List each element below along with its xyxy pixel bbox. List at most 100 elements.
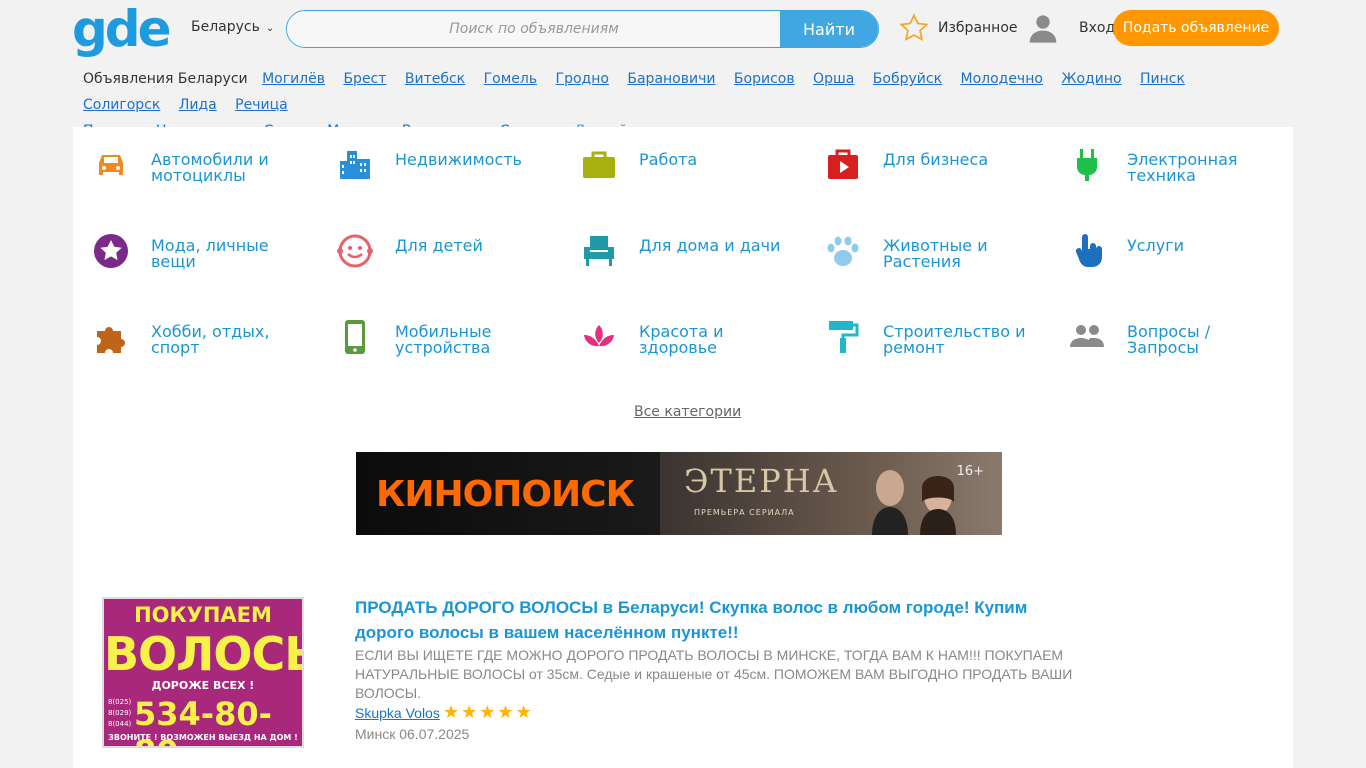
listing-image-codes: 8(025) 8(029) 8(044) <box>108 697 131 730</box>
city-link[interactable]: Витебск <box>405 71 465 87</box>
hand-pointer-icon <box>1069 233 1105 269</box>
category-construction[interactable]: Строительство и ремонт <box>805 319 1035 369</box>
region-selector[interactable]: Беларусь ⌄ <box>191 19 274 35</box>
category-label: Работа <box>639 150 698 169</box>
mobile-icon <box>337 319 373 355</box>
category-animals[interactable]: Животные и Растения <box>805 233 1035 283</box>
search-bar: Найти <box>286 10 879 48</box>
star-filled-icon: ★ <box>461 702 478 723</box>
category-autos[interactable]: Автомобили и мотоциклы <box>73 147 303 197</box>
banner-show-title: ЭТЕРНА <box>684 462 839 500</box>
listing-meta: Минск 06.07.2025 <box>355 726 470 742</box>
building-icon <box>337 147 373 183</box>
all-categories-link[interactable]: Все категории <box>634 404 741 420</box>
city-link[interactable]: Орша <box>813 71 854 87</box>
armchair-icon <box>581 233 617 269</box>
category-jobs[interactable]: Работа <box>561 147 791 197</box>
category-label: Недвижимость <box>395 150 522 169</box>
category-electronics[interactable]: Электронная техника <box>1049 147 1279 197</box>
chevron-down-icon: ⌄ <box>265 23 275 34</box>
category-mobile[interactable]: Мобильные устройства <box>317 319 547 369</box>
category-label: Вопросы / Запросы <box>1127 322 1211 357</box>
category-label: Автомобили и мотоциклы <box>151 150 269 185</box>
star-badge-icon <box>93 233 129 269</box>
favorites-label: Избранное <box>938 20 1018 36</box>
plug-icon <box>1069 147 1105 183</box>
category-label: Для бизнеса <box>883 150 989 169</box>
city-link[interactable]: Жодино <box>1061 71 1121 87</box>
city-link[interactable]: Бобруйск <box>873 71 942 87</box>
star-filled-icon: ★ <box>479 702 496 723</box>
banner-left: КИНОПОИСК <box>356 452 660 535</box>
login-label: Вход <box>1079 20 1116 36</box>
category-hobby[interactable]: Хобби, отдых, спорт <box>73 319 303 369</box>
category-home[interactable]: Для дома и дачи <box>561 233 791 283</box>
listing-image-footer: ЗВОНИТЕ ! ВОЗМОЖЕН ВЫЕЗД НА ДОМ ! <box>108 733 298 742</box>
listing-image-line1: ПОКУПАЕМ <box>134 603 272 627</box>
category-label: Мода, личные вещи <box>151 236 269 271</box>
paint-roller-icon <box>825 319 861 355</box>
city-link[interactable]: Солигорск <box>83 97 160 113</box>
cities-lead: Объявления Беларуси <box>83 71 248 87</box>
user-icon <box>1029 15 1057 43</box>
category-label: Услуги <box>1127 236 1185 255</box>
banner-brand: КИНОПОИСК <box>376 474 635 515</box>
city-link[interactable]: Гродно <box>556 71 609 87</box>
category-services[interactable]: Услуги <box>1049 233 1279 283</box>
banner-age-rating: 16+ <box>956 464 984 479</box>
category-realty[interactable]: Недвижимость <box>317 147 547 197</box>
lotus-icon <box>581 319 617 355</box>
star-filled-icon: ★ <box>515 702 532 723</box>
login-link[interactable]: Вход <box>1027 12 1115 44</box>
city-link[interactable]: Речица <box>235 97 288 113</box>
car-icon <box>93 147 129 183</box>
star-filled-icon: ★ <box>497 702 514 723</box>
category-label: Строительство и ремонт <box>883 322 1026 357</box>
rating-stars: ★ ★ ★ ★ ★ <box>443 704 534 722</box>
ad-banner[interactable]: КИНОПОИСК ЭТЕРНА ПРЕМЬЕРА СЕРИАЛА 16+ <box>356 452 1002 535</box>
category-label: Для дома и дачи <box>639 236 781 255</box>
city-link[interactable]: Пинск <box>1140 71 1185 87</box>
star-icon <box>899 13 929 41</box>
category-fashion[interactable]: Мода, личные вещи <box>73 233 303 283</box>
search-input[interactable] <box>287 11 781 47</box>
post-ad-button[interactable]: Подать объявление <box>1113 10 1279 46</box>
banner-premiere: ПРЕМЬЕРА СЕРИАЛА <box>694 508 795 517</box>
category-label: Хобби, отдых, спорт <box>151 322 270 357</box>
city-link[interactable]: Молодечно <box>960 71 1042 87</box>
listing-image-line3: ДОРОЖЕ ВСЕХ ! <box>151 679 255 692</box>
listing-author-link[interactable]: Skupka Volos <box>355 705 440 721</box>
category-kids[interactable]: Для детей <box>317 233 547 283</box>
listing-image[interactable]: ПОКУПАЕМ ВОЛОСЫ ДОРОЖЕ ВСЕХ ! 8(025) 8(0… <box>102 597 304 748</box>
city-link[interactable]: Лида <box>179 97 217 113</box>
city-link[interactable]: Гомель <box>484 71 537 87</box>
category-label: Электронная техника <box>1127 150 1238 185</box>
header: gde Беларусь ⌄ Найти Избранное Вход Подат… <box>0 0 1366 60</box>
category-label: Животные и Растения <box>883 236 988 271</box>
category-label: Красота и здоровье <box>639 322 724 357</box>
baby-face-icon <box>337 233 373 269</box>
site-logo[interactable]: gde <box>72 4 171 54</box>
banner-right: ЭТЕРНА ПРЕМЬЕРА СЕРИАЛА 16+ <box>660 452 1002 535</box>
business-icon <box>825 147 861 183</box>
star-filled-icon: ★ <box>443 702 460 723</box>
city-link[interactable]: Барановичи <box>627 71 715 87</box>
listing-description: ЕСЛИ ВЫ ИЩЕТЕ ГДЕ МОЖНО ДОРОГО ПРОДАТЬ В… <box>355 647 1073 701</box>
phone-code: 8(025) <box>108 698 132 706</box>
city-link[interactable]: Могилёв <box>262 71 325 87</box>
city-link[interactable]: Брест <box>343 71 386 87</box>
category-questions[interactable]: Вопросы / Запросы <box>1049 319 1279 369</box>
favorites-link[interactable]: Избранное <box>898 12 1018 44</box>
briefcase-icon <box>581 147 617 183</box>
category-beauty[interactable]: Красота и здоровье <box>561 319 791 369</box>
category-business[interactable]: Для бизнеса <box>805 147 1035 197</box>
paw-icon <box>825 233 861 269</box>
puzzle-icon <box>93 319 129 355</box>
listing-image-line2: ВОЛОСЫ <box>104 627 302 681</box>
users-icon <box>1069 319 1105 355</box>
main-panel: Автомобили и мотоциклы Недвижимость Рабо… <box>73 127 1293 768</box>
category-label: Для детей <box>395 236 483 255</box>
listing-title[interactable]: ПРОДАТЬ ДОРОГО ВОЛОСЫ в Беларуси! Скупка… <box>355 595 1085 645</box>
search-button[interactable]: Найти <box>780 11 878 47</box>
city-link[interactable]: Борисов <box>734 71 795 87</box>
